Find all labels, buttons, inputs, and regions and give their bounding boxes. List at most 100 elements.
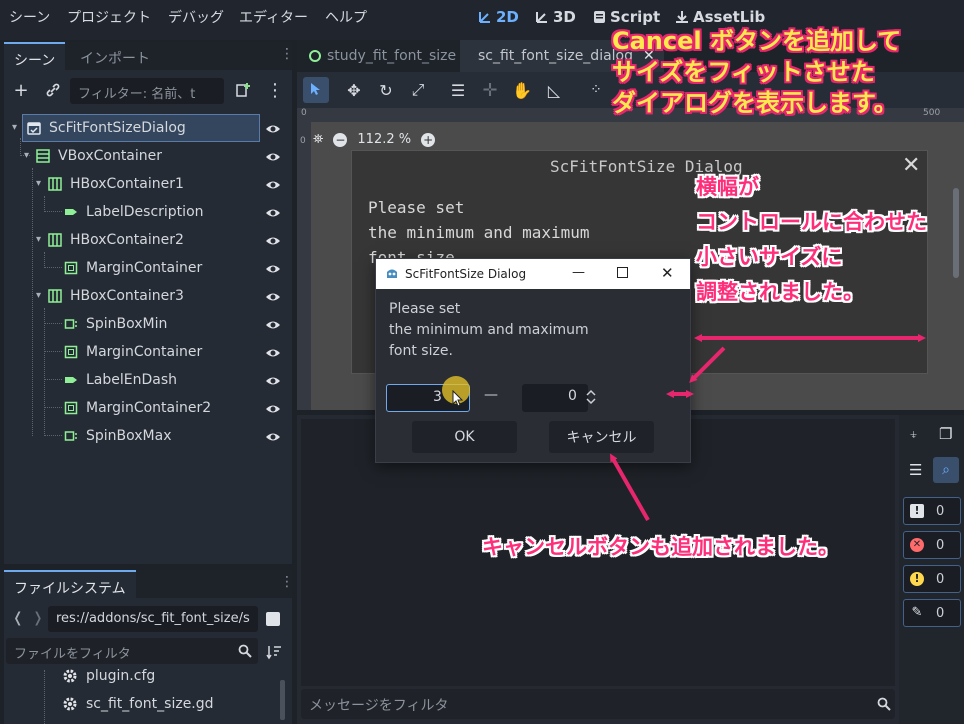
tree-node-label: LabelEnDash [86, 372, 178, 388]
margin-container-icon [64, 401, 78, 415]
rotate-mode-icon[interactable]: ↻ [375, 79, 397, 101]
path-input[interactable]: res://addons/sc_fit_font_size/s [48, 606, 258, 632]
collapse-icon[interactable]: ▾ [36, 178, 41, 189]
visibility-eye-icon[interactable] [265, 429, 281, 445]
collapse-icon[interactable]: ▾ [12, 122, 17, 133]
error-count-badge[interactable]: ✕ 0 [903, 531, 961, 559]
tree-node-label: MarginContainer2 [86, 400, 212, 416]
link-icon[interactable] [42, 79, 64, 101]
collapse-icon[interactable]: ▾ [36, 234, 41, 245]
menu-project[interactable]: プロジェクト [67, 7, 151, 27]
workspace-2d[interactable]: 2D [478, 8, 519, 26]
spinbox-max[interactable]: 0 [522, 384, 588, 412]
fit-font-size-dialog: ScFitFontSize Dialog — ✕ Please set the … [375, 258, 691, 463]
collapse-icon[interactable]: ▾ [36, 290, 41, 301]
canvas-text-line: the minimum and maximum [368, 223, 590, 242]
ruler-mark: 0 [301, 108, 307, 118]
file-item-plugin-cfg[interactable]: plugin.cfg [62, 668, 155, 684]
maximize-icon[interactable] [617, 267, 628, 278]
tab-filesystem[interactable]: ファイルシステム [4, 570, 136, 598]
visibility-eye-icon[interactable] [265, 345, 281, 361]
editor-message-badge[interactable]: ✎ 0 [903, 599, 961, 627]
warning-count-badge[interactable]: ! 0 [903, 565, 961, 593]
zoom-out-icon[interactable]: − [333, 132, 348, 147]
close-icon[interactable]: ✕ [661, 264, 674, 282]
sort-icon[interactable] [266, 644, 282, 660]
menu-help[interactable]: ヘルプ [325, 7, 367, 27]
annotation-side: 横幅が コントロールに合わせた 小さいサイズに 調整されました。 [696, 170, 964, 310]
visibility-eye-icon[interactable] [265, 233, 281, 249]
workspace-assetlib[interactable]: AssetLib [675, 8, 765, 26]
instance-scene-icon[interactable] [232, 79, 254, 101]
visibility-eye-icon[interactable] [265, 149, 281, 165]
tree-node-hbox2[interactable]: HBoxContainer2 [48, 226, 328, 254]
center-view-icon[interactable]: ⛯ [313, 132, 323, 147]
visibility-eye-icon[interactable] [265, 373, 281, 389]
add-node-icon[interactable]: + [10, 79, 32, 101]
file-item-gd-script[interactable]: sc_fit_font_size.gd [62, 696, 214, 712]
annotation-line: 調整されました。 [696, 280, 864, 304]
tree-guide [44, 252, 45, 268]
scrollbar[interactable] [280, 680, 285, 720]
file-filter-input[interactable]: ファイルをフィルタ [6, 638, 258, 664]
scene-tab-study[interactable]: study_fit_font_size [297, 40, 468, 72]
node2d-icon [309, 50, 321, 62]
en-dash-label: — [484, 387, 498, 403]
ok-button[interactable]: OK [412, 421, 517, 453]
pan-mode-icon[interactable]: ✋ [511, 79, 533, 101]
tree-node-root[interactable]: ScFitFontSizeDialog [22, 114, 260, 142]
copy-icon[interactable]: ❐ [939, 425, 952, 443]
forward-arrow-icon[interactable]: ❭ [32, 610, 44, 626]
scene-dock: シーン インポート ⋮ + フィルター: 名前、t ⋮ ScFitFontSiz… [4, 42, 294, 564]
tree-node-label: MarginContainer [86, 344, 203, 360]
cancel-button[interactable]: キャンセル [549, 421, 654, 453]
menu-scene[interactable]: シーン [9, 7, 50, 27]
visibility-eye-icon[interactable] [265, 289, 281, 305]
tab-import[interactable]: インポート [70, 42, 160, 70]
move-mode-icon[interactable]: ✥ [343, 79, 365, 101]
error-count-badge[interactable]: ! 0 [903, 497, 961, 525]
annotation-bottom: キャンセルボタンも追加されました。 [482, 535, 839, 559]
godot-icon [387, 269, 397, 278]
snap-icon[interactable]: ⁘ [585, 79, 607, 101]
workspace-2d-label: 2D [496, 8, 519, 26]
collapse-lines-icon[interactable]: ☰ [909, 461, 922, 479]
workspace-3d[interactable]: 3D [535, 8, 576, 26]
scene-dock-tabs: シーン インポート ⋮ [4, 42, 294, 70]
visibility-eye-icon[interactable] [265, 121, 281, 137]
scene-more-icon[interactable]: ⋮ [264, 79, 286, 101]
visibility-eye-icon[interactable] [265, 205, 281, 221]
zoom-level[interactable]: 112.2 % [357, 132, 411, 147]
menu-debug[interactable]: デバッグ [168, 7, 224, 27]
visibility-eye-icon[interactable] [265, 261, 281, 277]
zoom-in-icon[interactable]: + [421, 132, 436, 147]
pivot-icon[interactable]: ✛ [479, 79, 501, 101]
visibility-eye-icon[interactable] [265, 401, 281, 417]
scene-filter-input[interactable]: フィルター: 名前、t [70, 78, 224, 104]
split-view-icon[interactable] [266, 612, 280, 626]
message-filter-input[interactable]: メッセージをフィルタ [301, 689, 895, 719]
visibility-eye-icon[interactable] [265, 317, 281, 333]
tree-node-hbox3[interactable]: HBoxContainer3 [48, 282, 328, 310]
tree-guide [44, 435, 62, 436]
list-nodes-icon[interactable]: ☰ [447, 79, 469, 101]
spinbox-max-value: 0 [568, 388, 577, 404]
spin-arrows-icon[interactable] [586, 389, 596, 405]
scale-mode-icon[interactable]: ⤢ [407, 79, 429, 101]
ruler-mode-icon[interactable]: ◺ [543, 79, 565, 101]
tab-scene[interactable]: シーン [4, 42, 66, 70]
minimize-icon[interactable]: — [572, 265, 585, 280]
visibility-eye-icon[interactable] [265, 177, 281, 193]
dock-menu-icon[interactable]: ⋮ [280, 574, 294, 590]
filter-search-icon[interactable]: ⌕ [933, 457, 959, 483]
clear-output-icon[interactable]: ⍖ [909, 425, 918, 443]
workspace-script[interactable]: Script [593, 8, 660, 26]
dock-menu-icon[interactable]: ⋮ [280, 46, 294, 62]
menu-editor[interactable]: エディター [239, 7, 308, 27]
select-mode-button[interactable] [303, 77, 329, 103]
error-icon: ✕ [910, 538, 924, 552]
back-arrow-icon[interactable]: ❬ [12, 610, 24, 626]
vbox-icon [36, 149, 50, 163]
collapse-icon[interactable]: ▾ [24, 150, 29, 161]
tree-node-hbox1[interactable]: HBoxContainer1 [48, 170, 328, 198]
